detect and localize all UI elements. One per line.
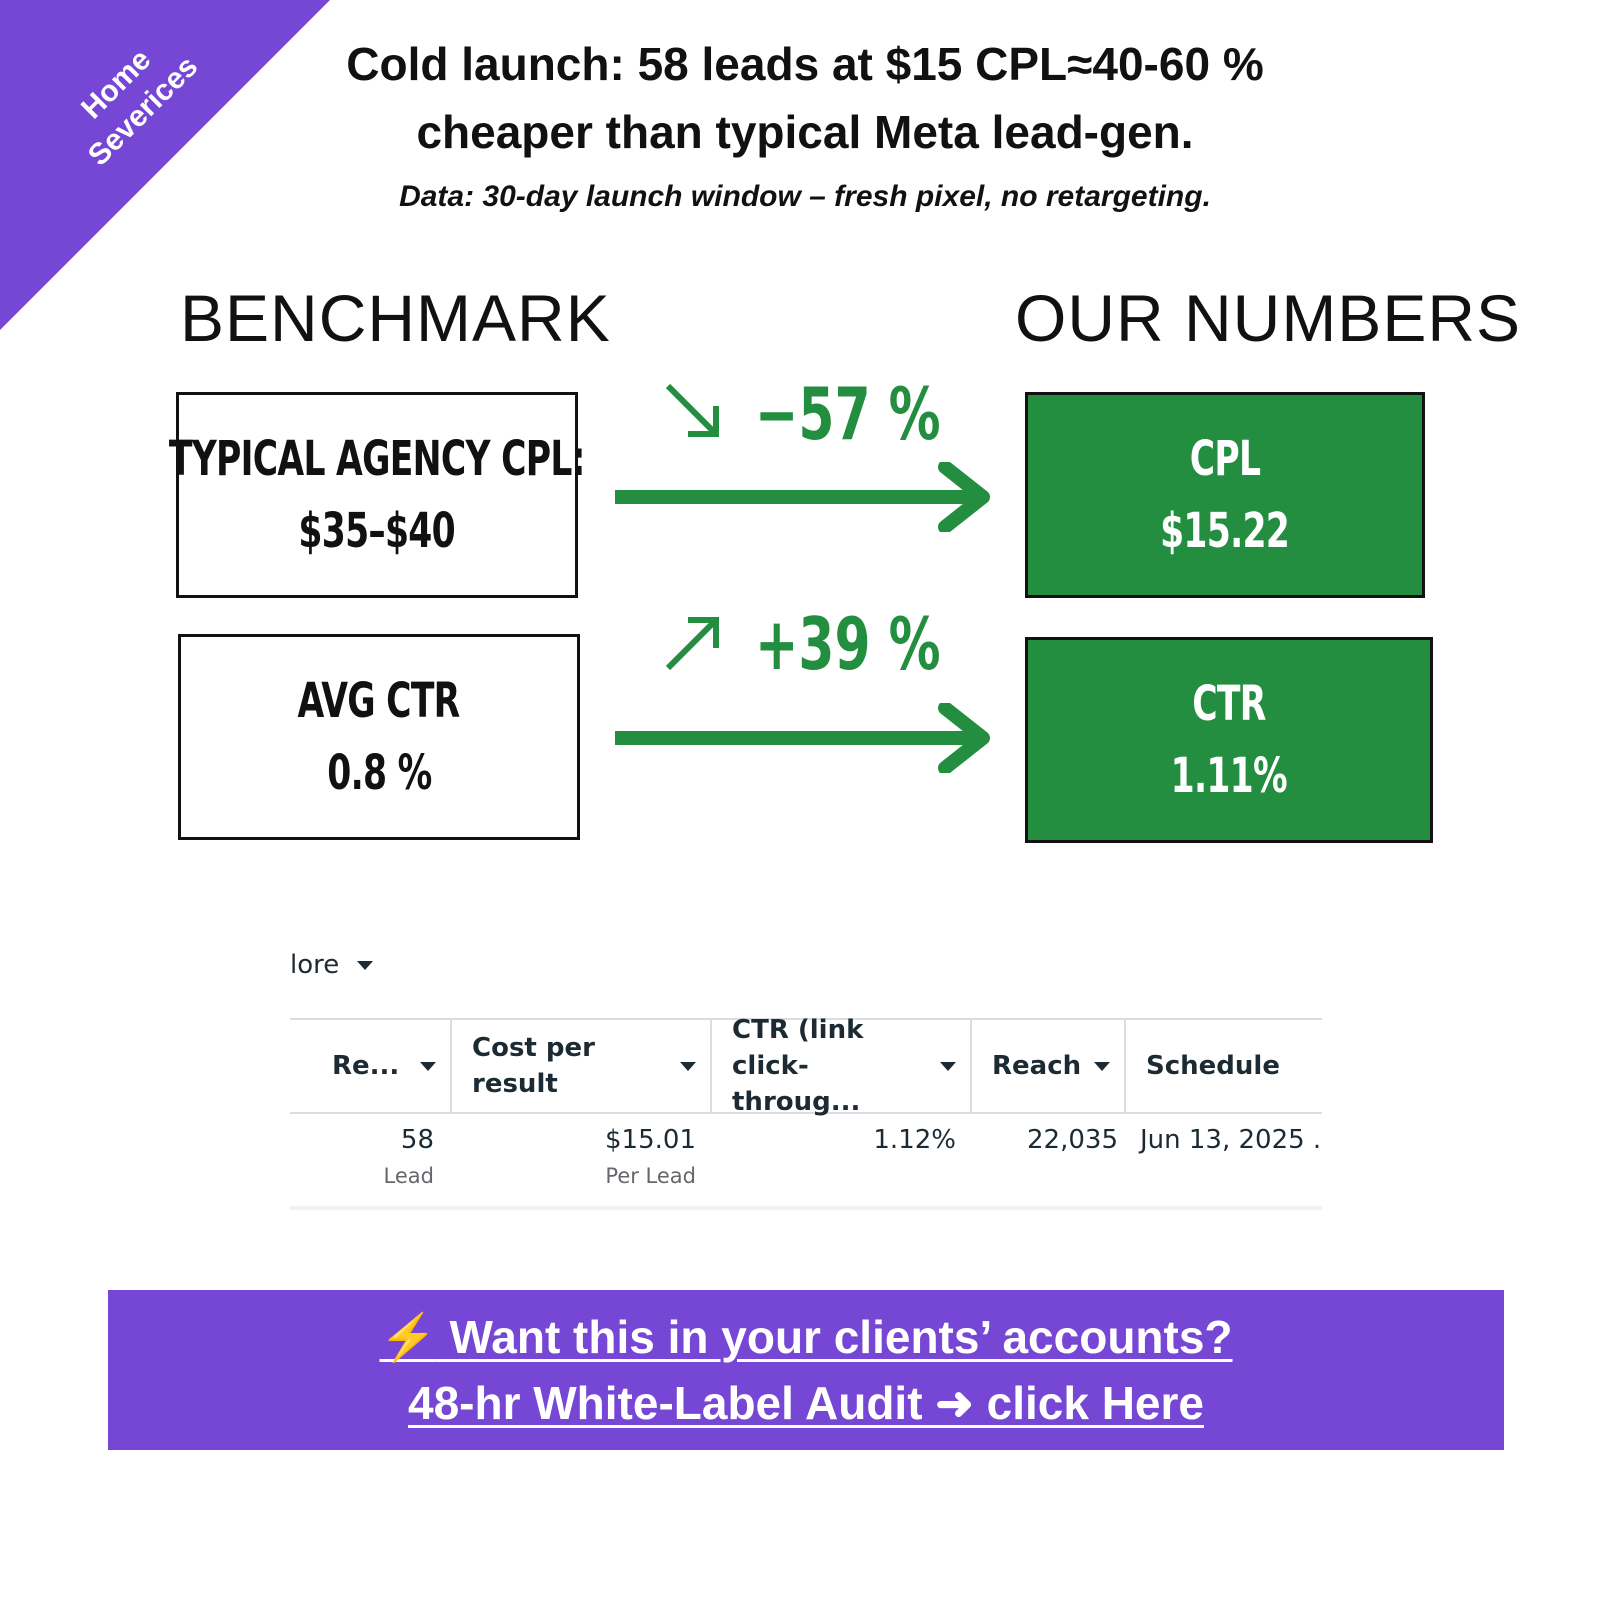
column-ctr[interactable]: CTR (link click-throug... — [710, 1015, 970, 1117]
benchmark-ctr-value: 0.8 % — [326, 745, 432, 801]
our-ctr-value: 1.11% — [1170, 748, 1288, 804]
cta-line-1-text: Want this in your clients’ accounts? — [436, 1311, 1233, 1363]
our-cpl-card: CPL $15.22 — [1025, 392, 1425, 598]
arrow-down-right-icon — [665, 383, 719, 437]
cell-ctr: 1.12% — [710, 1114, 970, 1206]
cta-banner: ⚡ Want this in your clients’ accounts? 4… — [108, 1290, 1504, 1450]
our-ctr-card: CTR 1.11% — [1025, 637, 1433, 843]
arrow-right-icon — [615, 703, 990, 773]
headline-line-1: Cold launch: 58 leads at $15 CPL≈40-60 % — [346, 38, 1264, 90]
benchmark-ctr-card: AVG CTR 0.8 % — [178, 634, 580, 840]
results-value: 58 — [400, 1125, 434, 1155]
arrow-right-icon — [615, 462, 990, 532]
column-ctr-label: CTR (link click-throug... — [732, 1015, 864, 1117]
table-row[interactable]: 58 Lead $15.01 Per Lead 1.12% 22,035 Jun… — [290, 1114, 1322, 1210]
cost-value: $15.01 — [605, 1125, 696, 1155]
our-cpl-value: $15.22 — [1160, 503, 1290, 559]
chevron-down-icon — [940, 1062, 956, 1071]
cost-type: Per Lead — [605, 1164, 696, 1188]
results-type: Lead — [383, 1164, 434, 1188]
ctr-value: 1.12% — [873, 1125, 956, 1155]
cta-link-line-2[interactable]: 48-hr White-Label Audit ➜ click Here — [408, 1370, 1204, 1436]
benchmark-cpl-value: $35–$40 — [298, 503, 456, 559]
benchmark-cpl-label: TYPICAL AGENCY CPL: — [169, 431, 586, 487]
our-cpl-label: CPL — [1189, 431, 1261, 487]
cell-schedule: Jun 13, 2025 . — [1124, 1114, 1322, 1206]
more-label: lore — [290, 950, 340, 980]
cell-reach: 22,035 — [970, 1114, 1124, 1206]
cell-results: 58 Lead — [290, 1114, 442, 1206]
headline: Cold launch: 58 leads at $15 CPL≈40-60 %… — [300, 30, 1310, 166]
cta-link-line-1[interactable]: ⚡ Want this in your clients’ accounts? — [379, 1304, 1232, 1370]
arrow-up-right-icon — [665, 617, 719, 671]
lightning-icon: ⚡ — [379, 1311, 437, 1363]
headline-line-2: cheaper than typical Meta lead-gen. — [416, 106, 1194, 158]
column-reach[interactable]: Reach — [970, 1020, 1124, 1112]
table-header: Re... Cost per result CTR (link click-th… — [290, 1015, 1322, 1117]
column-reach-label: Reach — [992, 1051, 1082, 1081]
chevron-down-icon — [680, 1062, 696, 1071]
ctr-delta: +39 % — [755, 602, 941, 686]
benchmark-cpl-card: TYPICAL AGENCY CPL: $35–$40 — [169, 392, 586, 598]
cell-cost-per-result: $15.01 Per Lead — [442, 1114, 710, 1206]
data-note: Data: 30-day launch window – fresh pixel… — [399, 180, 1211, 213]
cpl-delta: −57 % — [755, 372, 941, 456]
column-schedule-label: Schedule — [1146, 1051, 1280, 1081]
our-numbers-title: OUR NUMBERS — [1015, 281, 1522, 355]
column-schedule[interactable]: Schedule — [1124, 1020, 1322, 1112]
chevron-down-icon — [357, 960, 374, 970]
our-ctr-label: CTR — [1192, 676, 1266, 732]
benchmark-title: BENCHMARK — [180, 281, 611, 355]
schedule-value: Jun 13, 2025 . — [1140, 1125, 1322, 1155]
chevron-down-icon — [1094, 1062, 1110, 1071]
more-dropdown[interactable]: lore — [290, 950, 374, 980]
ads-manager-table: lore Re... Cost per result CTR (link cli… — [290, 940, 1322, 1210]
chevron-down-icon — [420, 1062, 436, 1071]
column-cost-per-result[interactable]: Cost per result — [450, 1020, 710, 1112]
column-cost-label: Cost per result — [472, 1033, 595, 1099]
benchmark-ctr-label: AVG CTR — [297, 673, 461, 729]
column-results[interactable]: Re... — [290, 1020, 450, 1112]
reach-value: 22,035 — [1027, 1125, 1118, 1155]
column-results-label: Re... — [332, 1051, 400, 1081]
